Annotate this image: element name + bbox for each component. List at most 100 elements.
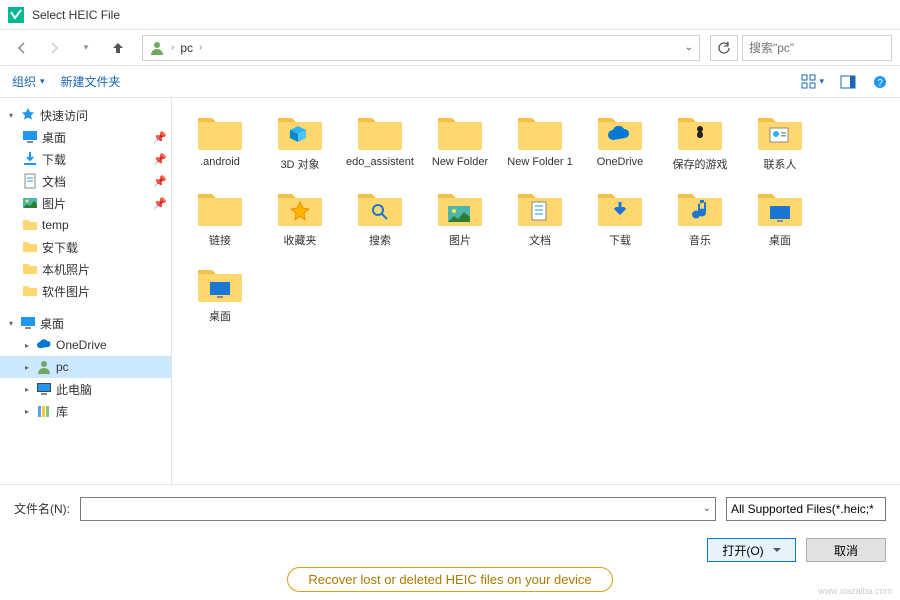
- filetype-filter[interactable]: All Supported Files(*.heic;*: [726, 497, 886, 521]
- navbar: ▾ › pc › ⌄: [0, 30, 900, 66]
- pin-icon: 📌: [153, 175, 167, 188]
- desktop-icon: [20, 315, 36, 331]
- pictures-icon: [22, 195, 38, 211]
- chevron-right-icon: ›: [199, 42, 202, 53]
- folder-icon: [196, 110, 244, 154]
- file-item[interactable]: 3D 对象: [260, 110, 340, 172]
- view-options-button[interactable]: ▾: [801, 74, 824, 90]
- file-item[interactable]: New Folder 1: [500, 110, 580, 172]
- chevron-right-icon: ›: [171, 42, 174, 53]
- folder-icon: [196, 186, 244, 230]
- chevron-down-icon: [773, 548, 781, 552]
- sidebar-quick-access[interactable]: ▾ 快速访问: [0, 104, 171, 126]
- file-item[interactable]: 保存的游戏: [660, 110, 740, 172]
- up-button[interactable]: [104, 36, 132, 60]
- folder-icon: [516, 110, 564, 154]
- computer-icon: [36, 381, 52, 397]
- folder-icon: [356, 110, 404, 154]
- filename-input-wrap[interactable]: ⌄: [80, 497, 716, 521]
- file-grid[interactable]: .android 3D 对象 edo_assistent New FolderNew …: [172, 98, 900, 484]
- pin-icon: 📌: [153, 131, 167, 144]
- app-footer: Recover lost or deleted HEIC files on yo…: [0, 567, 900, 592]
- file-item[interactable]: 联系人: [740, 110, 820, 172]
- folder-icon: [676, 110, 724, 154]
- svg-text:?: ?: [877, 78, 883, 89]
- recent-dropdown[interactable]: ▾: [72, 36, 100, 60]
- titlebar: Select HEIC File: [0, 0, 900, 30]
- forward-button[interactable]: [40, 36, 68, 60]
- file-label: .android: [200, 156, 240, 168]
- file-item[interactable]: 链接: [180, 186, 260, 248]
- folder-icon: [276, 110, 324, 154]
- search-input[interactable]: [749, 41, 885, 55]
- file-item[interactable]: edo_assistent: [340, 110, 420, 172]
- file-label: 音乐: [689, 232, 711, 248]
- folder-icon: [22, 261, 38, 277]
- file-label: 下载: [609, 232, 631, 248]
- search-box[interactable]: [742, 35, 892, 61]
- sidebar-onedrive[interactable]: ▸ OneDrive: [0, 334, 171, 356]
- file-item[interactable]: 桌面: [740, 186, 820, 248]
- sidebar-this-pc[interactable]: ▸ 此电脑: [0, 378, 171, 400]
- preview-pane-button[interactable]: [840, 74, 856, 90]
- folder-icon: [596, 110, 644, 154]
- app-icon: [8, 7, 24, 23]
- filename-row: 文件名(N): ⌄ All Supported Files(*.heic;*: [0, 484, 900, 532]
- sidebar-soft-pics[interactable]: 软件图片: [0, 280, 171, 302]
- recover-pill[interactable]: Recover lost or deleted HEIC files on yo…: [287, 567, 612, 592]
- file-item[interactable]: 音乐: [660, 186, 740, 248]
- body: ▾ 快速访问 桌面📌 下载📌 文档📌 图片📌 temp 安下载: [0, 98, 900, 484]
- new-folder-button[interactable]: 新建文件夹: [61, 73, 121, 90]
- breadcrumb-pc[interactable]: pc: [180, 41, 193, 55]
- sidebar-desktop[interactable]: 桌面📌: [0, 126, 171, 148]
- pin-icon: 📌: [153, 197, 167, 210]
- file-label: 联系人: [764, 156, 797, 172]
- file-label: edo_assistent: [346, 156, 414, 168]
- caret-icon: ▸: [22, 385, 32, 394]
- file-item[interactable]: 文档: [500, 186, 580, 248]
- caret-icon: ▾: [6, 111, 16, 120]
- file-item[interactable]: New Folder: [420, 110, 500, 172]
- sidebar-pictures[interactable]: 图片📌: [0, 192, 171, 214]
- folder-icon: [596, 186, 644, 230]
- refresh-button[interactable]: [710, 35, 738, 61]
- sidebar-desktop-root[interactable]: ▾ 桌面: [0, 312, 171, 334]
- file-item[interactable]: 桌面: [180, 262, 260, 324]
- breadcrumb[interactable]: › pc › ⌄: [142, 35, 700, 61]
- sidebar-temp[interactable]: temp: [0, 214, 171, 236]
- file-item[interactable]: 下载: [580, 186, 660, 248]
- file-label: 保存的游戏: [673, 156, 728, 172]
- organize-menu[interactable]: 组织 ▾: [12, 73, 45, 90]
- help-button[interactable]: ?: [872, 74, 888, 90]
- file-item[interactable]: 收藏夹: [260, 186, 340, 248]
- file-label: 桌面: [209, 308, 231, 324]
- filename-input[interactable]: [85, 502, 703, 516]
- caret-icon: ▸: [22, 341, 32, 350]
- sidebar-anxia[interactable]: 安下载: [0, 236, 171, 258]
- back-button[interactable]: [8, 36, 36, 60]
- folder-icon: [676, 186, 724, 230]
- sidebar-documents[interactable]: 文档📌: [0, 170, 171, 192]
- file-label: OneDrive: [597, 156, 643, 168]
- folder-icon: [22, 239, 38, 255]
- user-icon: [149, 40, 165, 56]
- library-icon: [36, 403, 52, 419]
- breadcrumb-dropdown[interactable]: ⌄: [685, 42, 693, 53]
- file-item[interactable]: OneDrive: [580, 110, 660, 172]
- file-item[interactable]: 搜索: [340, 186, 420, 248]
- chevron-down-icon[interactable]: ⌄: [703, 503, 711, 514]
- sidebar[interactable]: ▾ 快速访问 桌面📌 下载📌 文档📌 图片📌 temp 安下载: [0, 98, 172, 484]
- cancel-button[interactable]: 取消: [806, 538, 886, 562]
- caret-icon: ▾: [6, 319, 16, 328]
- file-label: 图片: [449, 232, 471, 248]
- file-item[interactable]: .android: [180, 110, 260, 172]
- file-item[interactable]: 图片: [420, 186, 500, 248]
- sidebar-downloads[interactable]: 下载📌: [0, 148, 171, 170]
- caret-icon: ▸: [22, 363, 32, 372]
- sidebar-pc[interactable]: ▸ pc: [0, 356, 171, 378]
- open-button[interactable]: 打开(O): [707, 538, 796, 562]
- folder-icon: [516, 186, 564, 230]
- user-icon: [36, 359, 52, 375]
- sidebar-library[interactable]: ▸ 库: [0, 400, 171, 422]
- sidebar-local-photos[interactable]: 本机照片: [0, 258, 171, 280]
